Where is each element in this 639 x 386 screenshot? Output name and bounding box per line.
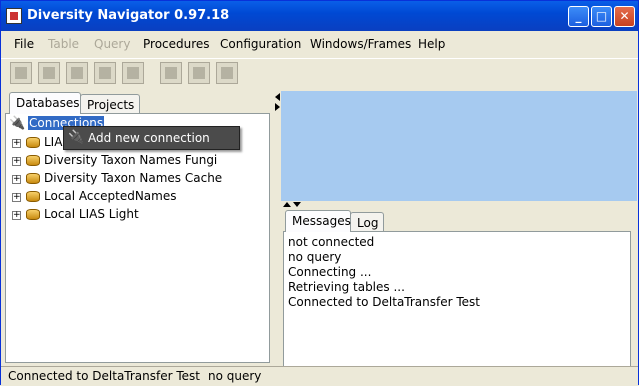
tree-item-label: Diversity Taxon Names Cache [44, 171, 223, 185]
status-bar: Connected to DeltaTransfer Test no query [1, 366, 638, 386]
app-icon [6, 8, 22, 24]
message-line: not connected [288, 235, 375, 249]
database-icon [26, 173, 40, 184]
database-icon [26, 155, 40, 166]
tree-item-label: Local LIAS Light [44, 207, 139, 221]
expand-icon[interactable]: + [12, 193, 21, 202]
status-query: no query [208, 369, 262, 383]
tree-item[interactable]: Local AcceptedNames [26, 189, 176, 203]
table-icon [15, 67, 27, 79]
menu-configuration[interactable]: Configuration [220, 37, 301, 51]
connection-plug-icon: 🔌 [9, 116, 26, 131]
toolbar-table-edit-button[interactable] [38, 62, 60, 84]
window-title: Diversity Navigator 0.97.18 [27, 8, 230, 23]
tree-item-label: Diversity Taxon Names Fungi [44, 153, 218, 167]
save-query-icon [193, 67, 205, 79]
tab-projects[interactable]: Projects [80, 94, 140, 114]
menu-file[interactable]: File [14, 37, 34, 51]
message-line: Connected to DeltaTransfer Test [288, 295, 481, 309]
context-menu-add-connection[interactable]: Add new connection [88, 131, 210, 145]
toolbar-save-query-button[interactable] [188, 62, 210, 84]
table-edit-icon [43, 67, 55, 79]
toolbar-run-button[interactable] [216, 62, 238, 84]
main-content-area [281, 91, 637, 201]
minimize-button[interactable]: _ [568, 6, 589, 27]
title-bar[interactable]: Diversity Navigator 0.97.18 _ □ ✕ [1, 1, 638, 31]
toolbar-table-new-button[interactable] [66, 62, 88, 84]
tab-messages[interactable]: Messages [285, 210, 351, 232]
menu-procedures[interactable]: Procedures [143, 37, 210, 51]
expand-right-icon[interactable] [275, 103, 280, 111]
toolbar-save-button[interactable] [122, 62, 144, 84]
connection-plug-icon: 🔌 [68, 130, 85, 145]
tab-databases[interactable]: Databases [9, 92, 81, 114]
menu-table[interactable]: Table [48, 37, 79, 51]
table-new-icon [71, 67, 83, 79]
play-icon [221, 67, 233, 79]
tab-log[interactable]: Log [350, 212, 384, 232]
status-connection: Connected to DeltaTransfer Test [8, 369, 201, 383]
context-menu: 🔌 Add new connection [63, 126, 240, 150]
messages-list: not connected no query Connecting ... Re… [283, 231, 631, 367]
toolbar [1, 58, 638, 91]
open-folder-icon [165, 67, 177, 79]
database-icon [26, 209, 40, 220]
expand-icon[interactable]: + [12, 157, 21, 166]
database-icon [26, 137, 40, 148]
toolbar-table-back-button[interactable] [94, 62, 116, 84]
menu-bar: File Table Query Procedures Configuratio… [1, 31, 638, 57]
message-line: Connecting ... [288, 265, 372, 279]
database-icon [26, 191, 40, 202]
close-button[interactable]: ✕ [614, 6, 635, 27]
horizontal-splitter[interactable] [281, 201, 637, 209]
messages-panel: Messages Log not connected no query Conn… [281, 209, 637, 369]
expand-icon[interactable]: + [12, 139, 21, 148]
expand-icon[interactable]: + [12, 175, 21, 184]
collapse-down-icon[interactable] [293, 202, 301, 207]
menu-query[interactable]: Query [94, 37, 130, 51]
database-tree: 🔌 Connections + LIAS + Diversity Taxon N… [5, 113, 270, 363]
tree-item-label: Local AcceptedNames [44, 189, 177, 203]
collapse-left-icon[interactable] [275, 93, 280, 101]
tree-item[interactable]: Local LIAS Light [26, 207, 139, 221]
app-window: Diversity Navigator 0.97.18 _ □ ✕ File T… [0, 0, 639, 386]
table-back-icon [99, 67, 111, 79]
message-line: no query [288, 250, 342, 264]
expand-icon[interactable]: + [12, 211, 21, 220]
tree-item[interactable]: Diversity Taxon Names Cache [26, 171, 222, 185]
collapse-up-icon[interactable] [283, 202, 291, 207]
save-icon [127, 67, 139, 79]
message-line: Retrieving tables ... [288, 280, 405, 294]
menu-windows-frames[interactable]: Windows/Frames [310, 37, 411, 51]
menu-help[interactable]: Help [418, 37, 445, 51]
toolbar-table-button[interactable] [10, 62, 32, 84]
maximize-button[interactable]: □ [591, 6, 612, 27]
tree-item[interactable]: Diversity Taxon Names Fungi [26, 153, 217, 167]
vertical-splitter[interactable] [274, 91, 281, 369]
toolbar-open-button[interactable] [160, 62, 182, 84]
